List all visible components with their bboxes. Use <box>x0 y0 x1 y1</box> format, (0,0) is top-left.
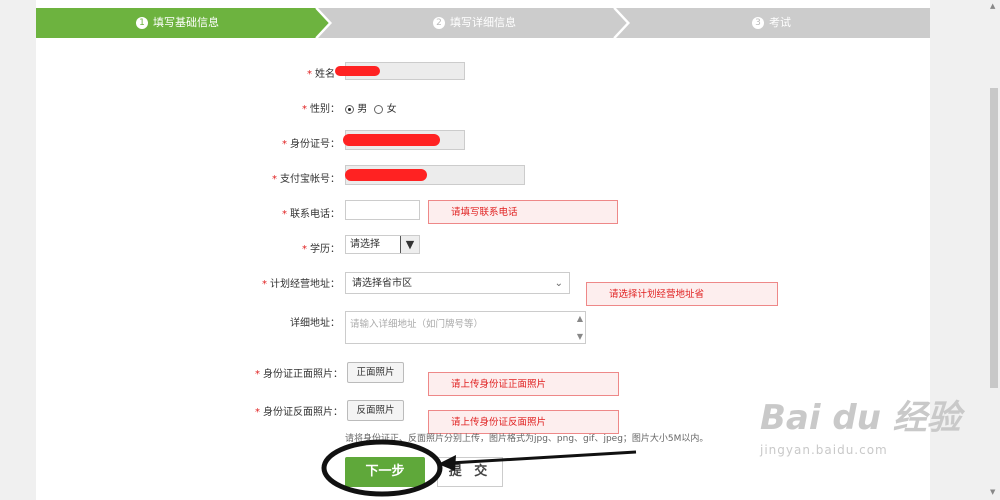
scrollbar-thumb[interactable] <box>990 88 998 388</box>
baidu-watermark: Bai du 经验 jingyan.baidu.com <box>760 390 961 457</box>
annotation-arrow-line <box>449 450 637 465</box>
scroll-up-icon[interactable]: ▲ <box>990 2 995 10</box>
watermark-url: jingyan.baidu.com <box>760 443 888 457</box>
watermark-brand: Bai du 经验 <box>760 398 961 438</box>
scroll-down-icon[interactable]: ▼ <box>990 488 995 496</box>
annotation-circle <box>321 439 443 497</box>
